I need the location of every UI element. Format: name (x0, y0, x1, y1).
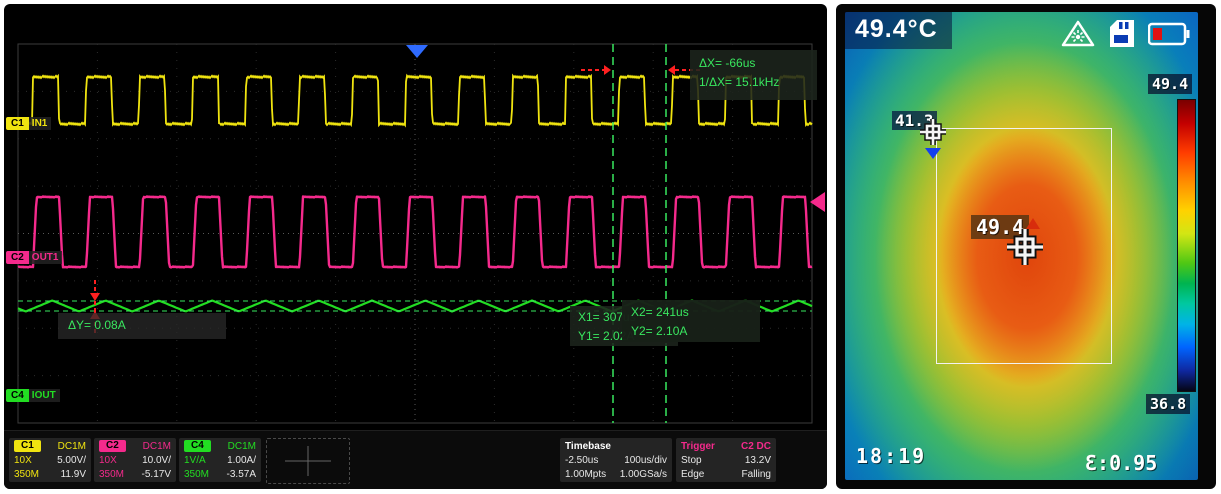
scale-max-label: 49.4 (1148, 74, 1192, 94)
laser-warning-icon (1060, 19, 1096, 48)
trigger-status: Stop (681, 455, 702, 466)
channel2-chip: C2 (99, 440, 126, 452)
trigger-box[interactable]: Trigger C2 DC Stop 13.2V Edge Falling (676, 438, 776, 482)
cursor-x2y2-readout: X2= 241us Y2= 2.10A (622, 300, 760, 342)
dx-value: ΔX= -66us (699, 54, 808, 73)
clock-label: 18:19 (856, 444, 926, 468)
channel1-trace-badge[interactable]: C1 IN1 (6, 116, 51, 131)
channel2-alias: OUT1 (29, 251, 63, 264)
thermal-image: 49.4°C (845, 12, 1198, 480)
channel1-bandwidth: 350M (14, 469, 39, 480)
add-channel-box[interactable] (266, 438, 350, 484)
oscilloscope-screen: ΔX= -66us 1/ΔX= 15.1kHz X1= 307us Y1= 2.… (4, 4, 827, 489)
delta-y-readout: ΔY= 0.08A (58, 313, 226, 339)
inv-dx-value: 1/ΔX= 15.1kHz (699, 73, 808, 92)
channel4-coupling: DC1M (228, 441, 256, 452)
temperature-colorbar (1177, 99, 1196, 392)
channel2-info-box[interactable]: C2 DC1M 10X 10.0V/ 350M -5.17V (94, 438, 176, 482)
waveform-traces (18, 76, 812, 312)
graticule (18, 44, 812, 423)
channel2-trace-badge[interactable]: C2 OUT1 (6, 250, 62, 265)
channel2-coupling: DC1M (143, 441, 171, 452)
cold-spot-arrow-icon (925, 148, 941, 159)
status-icon-row (1060, 19, 1190, 48)
channel4-bandwidth: 350M (184, 469, 209, 480)
scope-status-bar: C1 DC1M 10X 5.00V/ 350M 11.9V C2 DC1M 10X 10.… (4, 430, 827, 489)
channel1-info-box[interactable]: C1 DC1M 10X 5.00V/ 350M 11.9V (9, 438, 91, 482)
trigger-position-marker[interactable] (406, 45, 428, 58)
channel1-id: C1 (6, 117, 29, 130)
channel4-alias: IOUT (29, 389, 60, 402)
delta-x-readout: ΔX= -66us 1/ΔX= 15.1kHz (690, 50, 817, 100)
channel4-scale: 1.00A/ (227, 455, 256, 466)
channel2-bandwidth: 350M (99, 469, 124, 480)
channel4-info-box[interactable]: C4 DC1M 1V/A 1.00A/ 350M -3.57A (179, 438, 261, 482)
max-temp-readout: 49.4°C (845, 12, 952, 49)
thermal-camera-screen: 49.4°C (836, 4, 1216, 489)
trigger-source: C2 DC (741, 441, 771, 452)
x2-value: X2= 241us (631, 303, 751, 322)
trigger-level: 13.2V (745, 455, 771, 466)
timebase-delay: -2.50us (565, 455, 598, 466)
channel4-trace-badge[interactable]: C4 IOUT (6, 388, 60, 403)
crosshair-icon (285, 446, 331, 476)
timebase-scale: 100us/div (624, 455, 667, 466)
trigger-slope: Falling (742, 469, 771, 480)
channel4-probe: 1V/A (184, 455, 206, 466)
trigger-type: Edge (681, 469, 704, 480)
scale-min-label: 36.8 (1146, 394, 1190, 414)
channel2-offset: -5.17V (142, 469, 171, 480)
timebase-title: Timebase (565, 441, 611, 452)
sd-card-icon (1109, 19, 1135, 48)
cursor-lines[interactable] (18, 44, 812, 423)
dy-value: ΔY= 0.08A (68, 316, 216, 335)
channel4-id: C4 (6, 389, 29, 402)
timebase-memory: 1.00Mpts (565, 469, 606, 480)
trigger-title: Trigger (681, 441, 715, 452)
hot-spot-crosshair-icon (1005, 227, 1045, 267)
channel2-probe: 10X (99, 455, 117, 466)
timebase-box[interactable]: Timebase -2.50us 100us/div 1.00Mpts 1.00GS… (560, 438, 672, 482)
channel2-scale: 10.0V/ (142, 455, 171, 466)
emissivity-label: Ɛ:0.95 (1085, 451, 1157, 475)
y2-value: Y2= 2.10A (631, 322, 751, 341)
timebase-samplerate: 1.00GSa/s (620, 469, 667, 480)
channel1-offset: 11.9V (61, 469, 86, 480)
channel1-probe: 10X (14, 455, 32, 466)
battery-icon (1148, 22, 1190, 46)
channel1-coupling: DC1M (58, 441, 86, 452)
channel4-offset: -3.57A (227, 469, 256, 480)
channel2-id: C2 (6, 251, 29, 264)
channel1-alias: IN1 (29, 117, 52, 130)
channel1-scale: 5.00V/ (57, 455, 86, 466)
cold-spot-crosshair-icon (919, 118, 947, 146)
channel4-chip: C4 (184, 440, 211, 452)
channel1-chip: C1 (14, 440, 41, 452)
